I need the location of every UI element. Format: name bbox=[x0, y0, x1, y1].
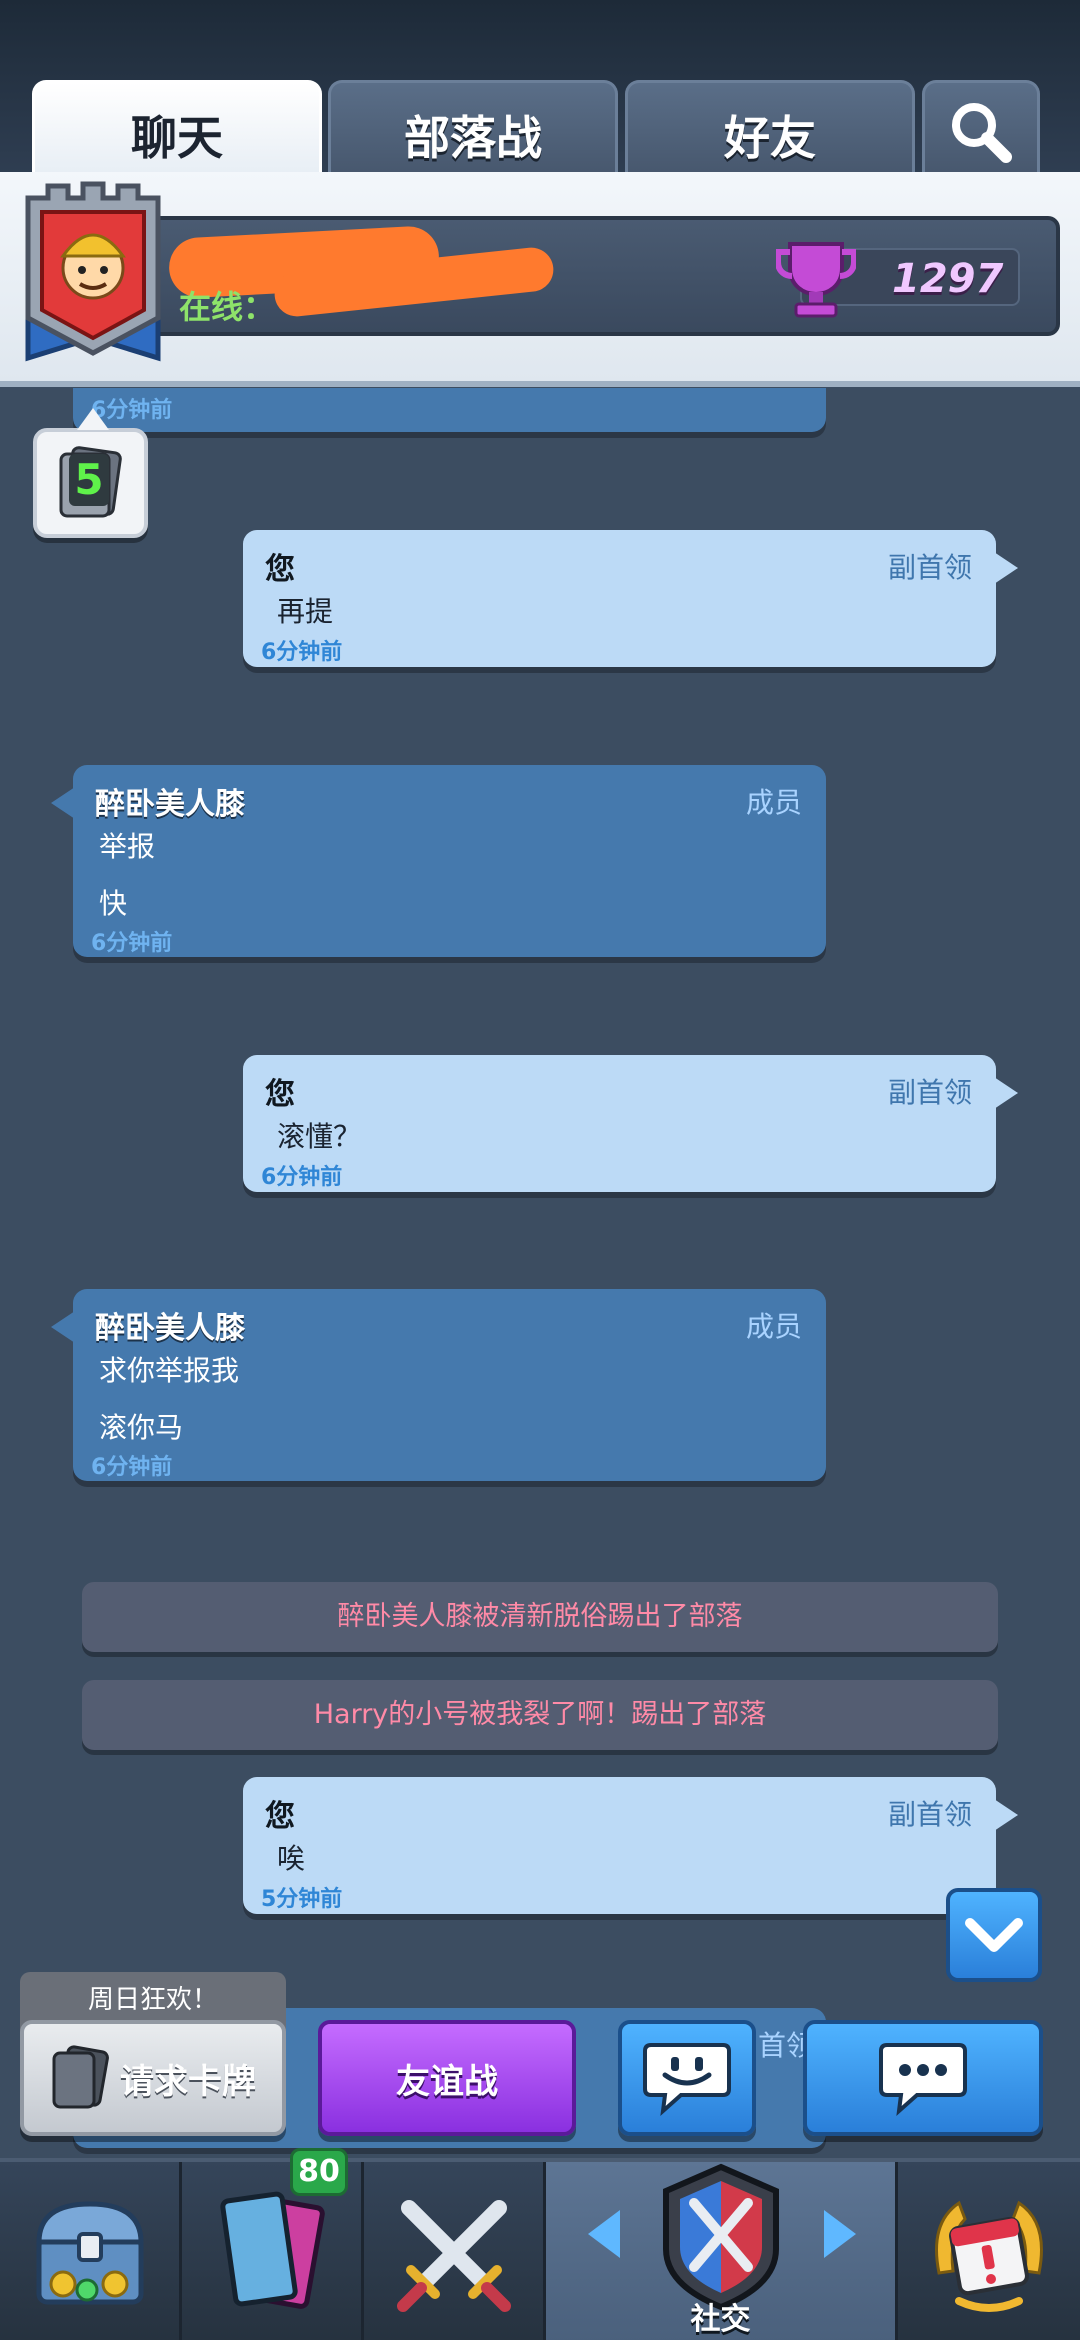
chat-bubble-other[interactable]: 醉卧美人膝 成员 举报 快 6分钟前 bbox=[51, 765, 826, 957]
arrow-right-icon[interactable] bbox=[824, 2210, 856, 2258]
scroll-down-button[interactable] bbox=[946, 1888, 1042, 1982]
sender-role: 副首领 bbox=[887, 551, 972, 584]
nav-social-label: 社交 bbox=[690, 2302, 751, 2337]
crossed-swords-icon bbox=[396, 2200, 511, 2312]
bubble-tail bbox=[51, 1311, 75, 1343]
tab-clan-war[interactable]: 部落战 bbox=[328, 80, 618, 180]
sender-role: 成员 bbox=[745, 1310, 802, 1343]
friendly-battle-label: 友谊战 bbox=[396, 2061, 498, 2102]
message-time: 6分钟前 bbox=[91, 931, 173, 956]
arrow-left-icon[interactable] bbox=[588, 2210, 620, 2258]
bubble-tail bbox=[51, 787, 75, 819]
trophy-icon bbox=[776, 242, 856, 318]
search-icon bbox=[952, 102, 1012, 163]
bubble-tail bbox=[994, 552, 1018, 584]
message-text: 举报 bbox=[99, 830, 156, 863]
sender-name: 您 bbox=[265, 552, 295, 587]
chat-bubble-me[interactable]: 您 副首领 唉 5分钟前 bbox=[243, 1777, 1018, 1914]
sender-role: 副首领 bbox=[887, 1798, 972, 1831]
bubble-tail bbox=[994, 1799, 1018, 1831]
chat-bubble-partial: 6分钟前 bbox=[73, 388, 826, 432]
system-message: Harry的小号被我裂了啊！踢出了部落 bbox=[82, 1680, 998, 1750]
nav-events[interactable] bbox=[898, 2162, 1080, 2340]
bubble-tail bbox=[994, 1077, 1018, 1109]
nav-battle[interactable] bbox=[364, 2162, 546, 2340]
trophy-count: 1297 bbox=[892, 256, 1004, 302]
events-calendar-icon bbox=[935, 2200, 1043, 2312]
bottom-nav: 社交 bbox=[0, 2158, 1080, 2340]
message-text: 快 bbox=[99, 887, 128, 920]
sender-name: 您 bbox=[265, 1799, 295, 1834]
clan-badge-icon[interactable] bbox=[18, 178, 168, 378]
online-count-label: 在线： bbox=[179, 288, 276, 326]
message-time: 6分钟前 bbox=[261, 1165, 343, 1190]
social-shield-icon bbox=[662, 2163, 779, 2311]
message-text: 滚懂？ bbox=[277, 1120, 362, 1153]
message-time: 6分钟前 bbox=[261, 640, 343, 665]
sender-name: 您 bbox=[265, 1077, 295, 1112]
card-icon bbox=[52, 2045, 109, 2109]
friendly-battle-button[interactable]: 友谊战 bbox=[318, 2020, 576, 2136]
tab-search[interactable] bbox=[922, 80, 1040, 180]
chat-bubble-icon bbox=[879, 2043, 967, 2117]
sender-name: 醉卧美人膝 bbox=[95, 1311, 245, 1346]
message-text: 再提 bbox=[277, 595, 334, 628]
sender-name: 醉卧美人膝 bbox=[95, 787, 245, 822]
emote-button[interactable] bbox=[618, 2020, 756, 2136]
system-message: 醉卧美人膝被清新脱俗踢出了部落 bbox=[82, 1582, 998, 1652]
clan-info-panel: 在线： 1297 bbox=[120, 216, 1060, 336]
chat-input-button[interactable] bbox=[803, 2020, 1043, 2136]
request-cards-label: 请求卡牌 bbox=[120, 2061, 256, 2102]
nav-shop[interactable] bbox=[0, 2162, 182, 2340]
message-time: 6分钟前 bbox=[91, 1455, 173, 1480]
smiley-icon bbox=[643, 2043, 731, 2117]
card-request-count: 5 bbox=[69, 454, 109, 506]
sender-role: 副首领 bbox=[887, 1076, 972, 1109]
chat-bubble-other[interactable]: 醉卧美人膝 成员 求你举报我 滚你马 6分钟前 bbox=[51, 1289, 826, 1481]
chat-bubble-me[interactable]: 您 副首领 滚懂？ 6分钟前 bbox=[243, 1055, 1018, 1192]
card-request-indicator[interactable]: 5 bbox=[33, 408, 148, 538]
request-cards-button[interactable]: 请求卡牌 bbox=[20, 2020, 286, 2136]
tab-friends[interactable]: 好友 bbox=[625, 80, 915, 180]
chevron-down-icon bbox=[965, 1918, 1023, 1952]
treasure-chest-icon bbox=[35, 2201, 144, 2305]
chat-bubble-me[interactable]: 您 副首领 再提 6分钟前 bbox=[243, 530, 1018, 667]
message-time: 5分钟前 bbox=[261, 1887, 343, 1912]
cards-icon bbox=[219, 2191, 325, 2309]
sender-role: 成员 bbox=[745, 786, 802, 819]
cards-badge: 80 bbox=[290, 2148, 348, 2196]
message-text: 求你举报我 bbox=[99, 1354, 240, 1387]
message-text: 唉 bbox=[277, 1842, 306, 1875]
tab-chat[interactable]: 聊天 bbox=[32, 80, 322, 180]
message-text: 滚你马 bbox=[99, 1411, 184, 1444]
